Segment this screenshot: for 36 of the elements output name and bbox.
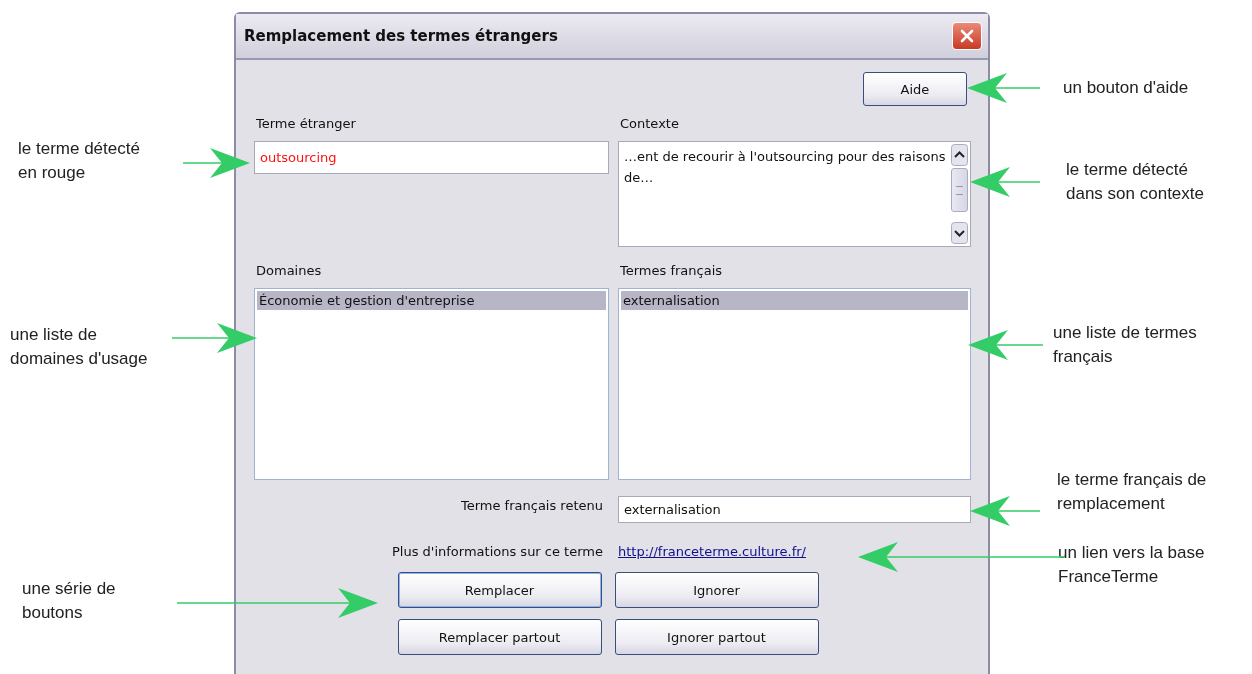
context-box[interactable]: …ent de recourir à l'outsourcing pour des raisons de… bbox=[618, 141, 971, 247]
website-link[interactable]: http://franceterme.culture.fr/ bbox=[618, 544, 806, 559]
annotation-text: le terme détecté dans son contexte bbox=[1066, 159, 1204, 205]
list-item[interactable]: externalisation bbox=[621, 291, 968, 310]
annotation-text: une liste de domaines d'usage bbox=[10, 324, 148, 370]
info-text: Plus d'informations sur ce terme bbox=[391, 543, 604, 559]
help-button[interactable]: Aide bbox=[863, 72, 967, 106]
action-button[interactable]: Remplacer bbox=[397, 572, 602, 608]
list-item[interactable]: Économie et gestion d'entreprise bbox=[257, 291, 606, 310]
scroll-up-icon[interactable] bbox=[951, 144, 968, 166]
annotation-text: un bouton d'aide bbox=[1063, 77, 1189, 99]
list-label: Termes français bbox=[619, 262, 724, 280]
window-title: Remplacement des termes étrangers bbox=[244, 27, 558, 45]
annotation-text: un lien vers la base FranceTerme bbox=[1058, 542, 1205, 588]
annotation-text: le terme français de remplacement bbox=[1057, 469, 1207, 515]
field-label: Terme étranger bbox=[255, 116, 357, 133]
scrollbar[interactable] bbox=[951, 144, 968, 244]
annotation-text: une liste de termes français bbox=[1053, 322, 1197, 368]
field-label: Contexte bbox=[619, 116, 680, 133]
action-button[interactable]: Ignorer bbox=[614, 572, 819, 608]
list-label: Domaines bbox=[255, 262, 323, 280]
close-icon bbox=[960, 29, 974, 43]
field-label: Terme français retenu bbox=[459, 497, 604, 515]
context-text: …ent de recourir à l'outsourcing pour des raisons de… bbox=[623, 148, 947, 187]
action-button[interactable]: Ignorer partout bbox=[614, 619, 819, 655]
scroll-down-icon[interactable] bbox=[951, 222, 968, 244]
annotation-text: le terme détecté en rouge bbox=[18, 138, 140, 184]
foreign-term-field[interactable]: outsourcing bbox=[254, 141, 609, 174]
leader-arrow bbox=[182, 148, 250, 178]
scroll-thumb[interactable] bbox=[951, 168, 968, 212]
leader-arrow bbox=[970, 167, 1041, 197]
annotation-text: une série de boutons bbox=[22, 578, 116, 624]
action-button[interactable]: Remplacer partout bbox=[397, 619, 602, 655]
retained-term-field[interactable]: externalisation bbox=[618, 496, 971, 523]
leader-arrow bbox=[970, 496, 1041, 526]
close-button[interactable] bbox=[952, 22, 982, 50]
